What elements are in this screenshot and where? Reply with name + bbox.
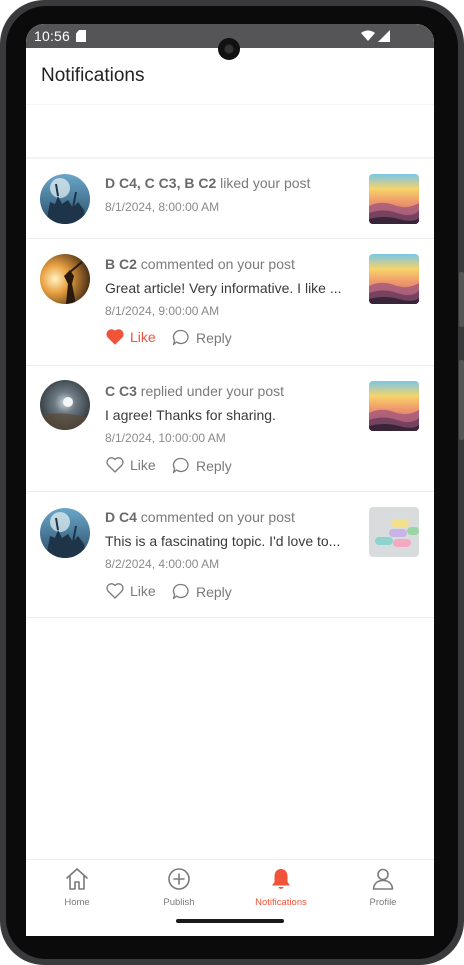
notification-text: C C3 replied under your post [105,383,284,399]
chat-bubble-icon [172,457,189,474]
like-label: Like [130,457,156,473]
bottom-nav: Home Publish Notifications Profile [26,859,434,908]
nav-publish-label: Publish [163,897,195,908]
reply-label: Reply [196,457,232,474]
notification-time: 8/2/2024, 4:00:00 AM [105,557,220,571]
wifi-icon [361,30,375,41]
plus-circle-icon [168,868,190,890]
thumbnail-image-sunset [369,174,419,224]
bell-icon [272,869,290,889]
status-time: 10:56 [34,28,71,44]
avatar[interactable] [40,508,90,558]
notification-text: B C2 commented on your post [105,256,295,272]
notification-list: D C4, C C3, B C2 liked your post 8/1/202… [26,159,434,618]
notification-text: D C4 commented on your post [105,509,295,525]
comment-preview: I agree! Thanks for sharing. [105,407,276,423]
filter-bar-area [26,105,434,157]
like-button[interactable]: Like [106,457,156,473]
sd-card-icon [76,30,86,42]
nav-profile[interactable]: Profile [332,860,434,909]
heart-outline-icon [106,583,124,599]
nav-notifications[interactable]: Notifications [230,860,332,909]
action-text: replied under your post [136,383,284,399]
reply-button[interactable]: Reply [172,583,232,600]
actor-names: D C4 [105,509,137,525]
avatar-image-concert [40,508,90,558]
reply-button[interactable]: Reply [172,457,232,474]
chat-bubble-icon [172,329,189,346]
reply-label: Reply [196,329,232,346]
like-button[interactable]: Like [106,329,156,345]
home-gesture-bar[interactable] [176,919,284,923]
notification-text: D C4, C C3, B C2 liked your post [105,175,310,191]
thumbnail-image-sunset [369,381,419,431]
nav-home[interactable]: Home [26,860,128,909]
avatar[interactable] [40,380,90,430]
power-button [459,360,464,440]
volume-button [459,272,464,327]
page-title: Notifications [41,65,145,86]
avatar[interactable] [40,174,90,224]
nav-home-label: Home [64,897,90,908]
post-thumbnail[interactable] [369,254,419,304]
like-button[interactable]: Like [106,583,156,599]
post-thumbnail[interactable] [369,174,419,224]
gesture-area [26,908,434,936]
notification-time: 8/1/2024, 8:00:00 AM [105,200,220,214]
comment-preview: Great article! Very informative. I like … [105,280,342,296]
avatar-image-concert [40,174,90,224]
actor-names: B C2 [105,256,137,272]
heart-filled-icon [106,329,124,345]
signal-icon [378,30,390,42]
app-screen: 10:56 Notifications D C4, C C3, B C2 lik… [26,24,434,936]
actor-names: D C4, C C3, B C2 [105,175,217,191]
nav-notifications-label: Notifications [255,897,307,908]
notification-time: 8/1/2024, 10:00:00 AM [105,431,226,445]
action-text: liked your post [216,175,311,191]
actor-names: C C3 [105,383,137,399]
person-icon [372,868,394,890]
avatar-image-sunset-person [40,254,90,304]
thumbnail-image-macarons [369,507,419,557]
nav-publish[interactable]: Publish [128,860,230,909]
thumbnail-image-sunset [369,254,419,304]
chat-bubble-icon [172,583,189,600]
reply-button[interactable]: Reply [172,329,232,346]
nav-profile-label: Profile [369,897,397,908]
post-thumbnail[interactable] [369,381,419,431]
avatar[interactable] [40,254,90,304]
notification-item[interactable]: B C2 commented on your post Great articl… [26,239,434,366]
action-text: commented on your post [136,509,295,525]
post-thumbnail[interactable] [369,507,419,557]
camera-cutout [218,38,240,60]
comment-preview: This is a fascinating topic. I'd love to… [105,533,341,549]
notification-item[interactable]: C C3 replied under your post I agree! Th… [26,366,434,492]
heart-outline-icon [106,457,124,473]
home-icon [66,868,88,890]
like-label: Like [130,329,156,345]
notification-item[interactable]: D C4, C C3, B C2 liked your post 8/1/202… [26,159,434,239]
reply-label: Reply [196,583,232,600]
notification-time: 8/1/2024, 9:00:00 AM [105,304,220,318]
action-text: commented on your post [136,256,295,272]
avatar-image-moon [40,380,90,430]
notification-item[interactable]: D C4 commented on your post This is a fa… [26,492,434,618]
like-label: Like [130,583,156,599]
